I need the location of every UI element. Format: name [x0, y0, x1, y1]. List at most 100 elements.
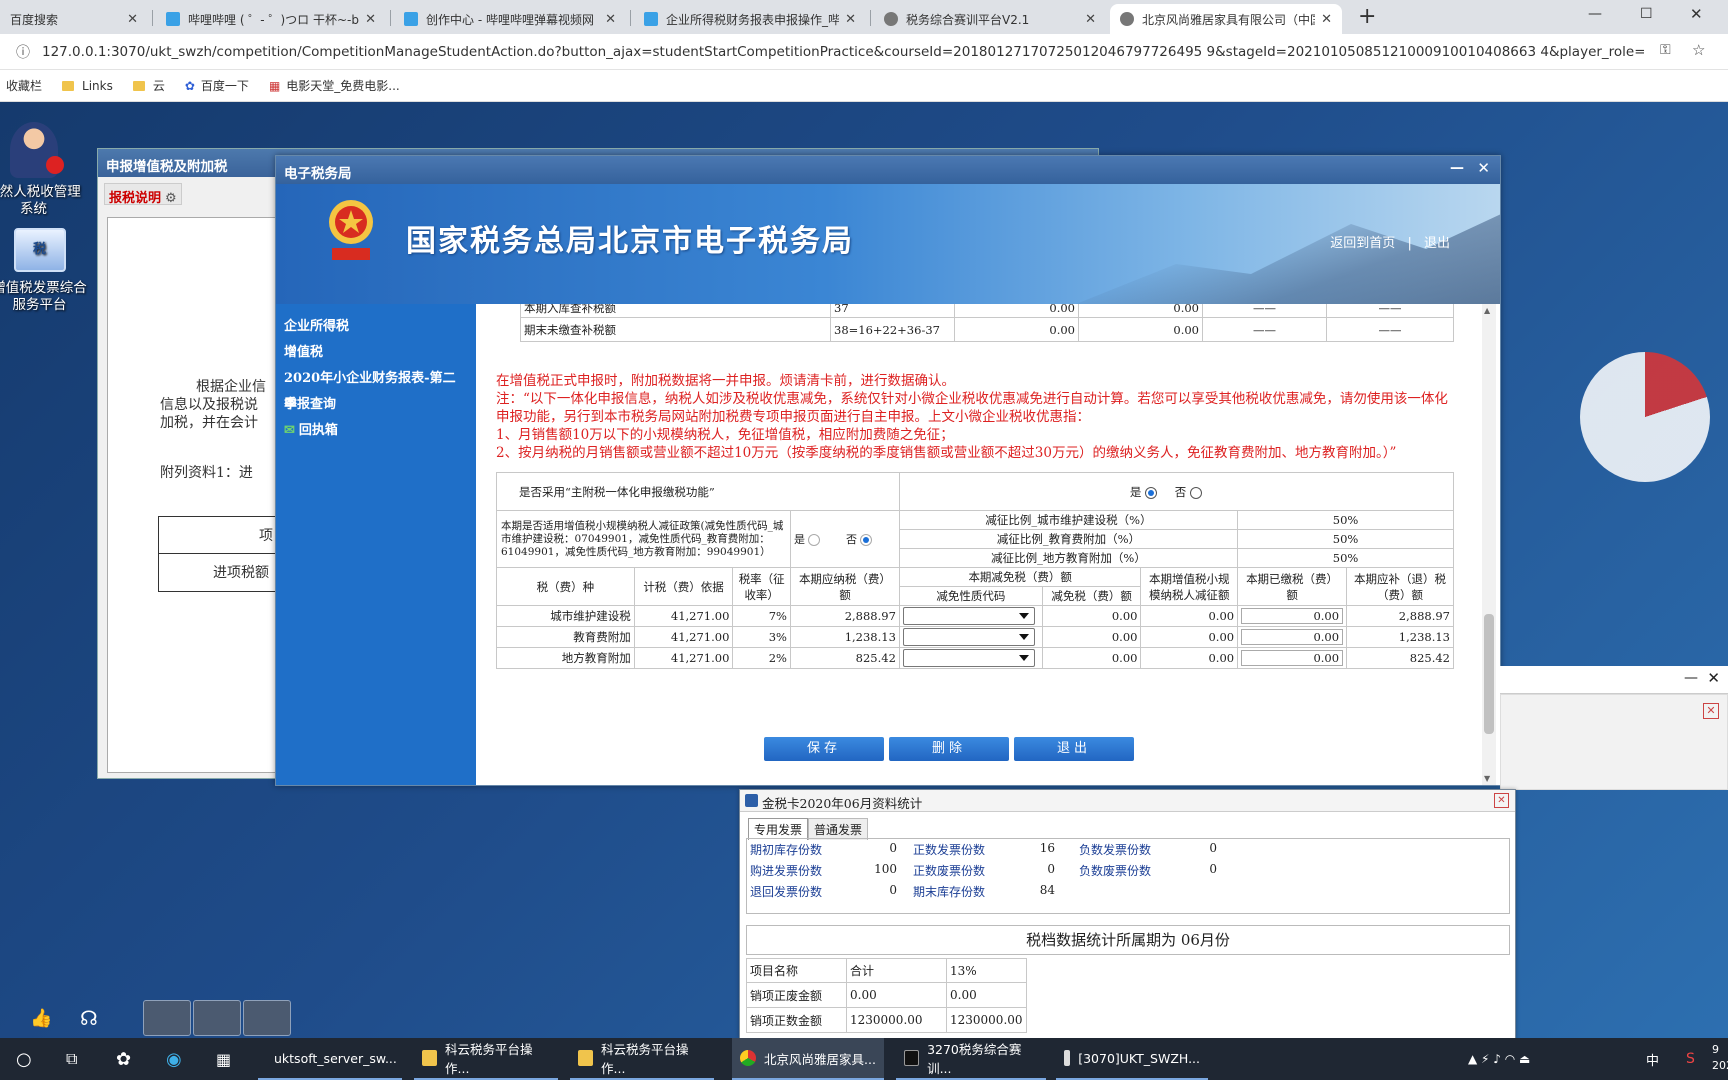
radio-policy-no[interactable]	[860, 534, 873, 546]
thumbs-up-icon[interactable]: 👍	[30, 1008, 52, 1029]
desktop-icon-vat-invoice[interactable]: 税 增值税发票综合服务平台	[0, 228, 87, 314]
taskbar-item-3270[interactable]: 3270税务综合赛训...	[896, 1038, 1046, 1080]
close-icon[interactable]: ✕	[1494, 793, 1509, 808]
logout-link[interactable]: 退出	[1424, 236, 1450, 251]
relief-code-select[interactable]	[902, 628, 1035, 646]
star-icon[interactable]: ☆	[1692, 41, 1705, 59]
exit-button[interactable]: 退出	[1014, 737, 1134, 761]
table-row: 地方教育附加 41,271.00 2% 825.42 0.00 0.00 0.0…	[496, 647, 1454, 669]
sidebar-item-cit[interactable]: 企业所得税	[276, 314, 476, 340]
bookmark-baidu[interactable]: ✿ 百度一下	[185, 77, 249, 94]
sidebar-item-vat[interactable]: 增值税	[276, 340, 476, 366]
desktop-icon-personal-tax[interactable]: 自然人税收管理系统	[0, 122, 81, 218]
bookmark-cloud[interactable]: 云	[132, 77, 165, 94]
radio-yes[interactable]	[1145, 486, 1158, 499]
tax-instructions-button[interactable]: 报税说明 ⚙	[104, 183, 182, 206]
minimize-icon[interactable]: —	[1588, 6, 1602, 22]
sidebar-item-financial-report[interactable]: 2020年小企业财务报表-第二季	[276, 366, 476, 412]
scroll-down-icon[interactable]: ▼	[1484, 774, 1490, 783]
table-row: 教育费附加 41,271.00 3% 1,238.13 0.00 0.00 0.…	[496, 626, 1454, 648]
minimize-icon[interactable]: —	[1450, 160, 1464, 176]
close-icon[interactable]: ✕	[845, 12, 856, 27]
taskbar-item-server[interactable]: uktsoft_server_sw...	[258, 1038, 402, 1080]
taskbar-item-keyun-2[interactable]: 科云税务平台操作...	[570, 1038, 714, 1080]
tab-normal-invoice[interactable]: 普通发票	[808, 818, 869, 840]
film-icon: ▦	[268, 78, 281, 93]
table-row: 城市维护建设税 41,271.00 7% 2,888.97 0.00 0.00 …	[496, 605, 1454, 627]
scrollbar[interactable]: ▲ ▼	[1482, 304, 1496, 785]
close-icon[interactable]: ✕	[1321, 12, 1332, 27]
great-wall-decoration	[1076, 214, 1500, 304]
ime-indicator[interactable]: 中	[1638, 1038, 1667, 1080]
tax-monitor-icon: 税	[13, 228, 66, 272]
paid-amount-input[interactable]: 0.00	[1241, 629, 1344, 645]
window-icon	[1064, 1050, 1071, 1066]
tab-bilibili-tax[interactable]: 企业所得税财务报表申报操作_哔 ✕	[634, 4, 866, 34]
edge-icon[interactable]: ◉	[158, 1038, 190, 1080]
tab-tax-platform[interactable]: 税务综合赛训平台V2.1 ✕	[874, 4, 1106, 34]
pie-decoration	[1580, 352, 1710, 482]
key-icon[interactable]: ⚿	[1660, 42, 1671, 58]
task-view-icon[interactable]: ⧉	[58, 1038, 85, 1080]
delete-button[interactable]: 删除	[889, 737, 1009, 761]
window-title: 电子税务局 — ✕	[276, 156, 1500, 184]
tab-company[interactable]: 北京风尚雅居家具有限公司（中国 ✕	[1110, 4, 1342, 34]
headset-icon[interactable]: ☊	[80, 1006, 98, 1030]
printer-icon[interactable]	[243, 1000, 291, 1036]
tab-bilibili-creator[interactable]: 创作中心 - 哔哩哔哩弹幕视频网 ✕	[394, 4, 626, 34]
close-icon[interactable]: ✕	[127, 12, 138, 27]
close-icon[interactable]: ✕	[365, 12, 376, 27]
tab-special-invoice[interactable]: 专用发票	[748, 818, 809, 840]
taskbar-item-chrome[interactable]: 北京风尚雅居家具...	[732, 1038, 884, 1080]
doc-table: 项 进项税额	[158, 516, 288, 592]
calendar-icon[interactable]	[143, 1000, 191, 1036]
instructions-document: 根据企业信 信息以及报税说 加税，并在会计 附列资料1：进 项 进项税额	[107, 217, 288, 773]
person-icon	[9, 122, 64, 178]
taskbar-item-3070[interactable]: [3070]UKT_SWZH...	[1056, 1038, 1208, 1080]
calculator-icon[interactable]: ▦	[208, 1038, 239, 1080]
taskbar-item-keyun-1[interactable]: 科云税务平台操作...	[414, 1038, 558, 1080]
bookmark-links[interactable]: Links	[62, 79, 113, 93]
declaration-content: 本期入库查补税额 37 0.00 0.00 —— —— 期末未缴查补税额 38=…	[476, 304, 1500, 785]
bilibili-icon	[166, 12, 180, 26]
close-icon[interactable]: ✕	[1703, 703, 1719, 719]
paid-amount-input[interactable]: 0.00	[1241, 650, 1344, 666]
clock[interactable]: 9 202	[1712, 1042, 1728, 1074]
minimize-icon[interactable]: —	[1684, 670, 1698, 686]
search-icon[interactable]: ○	[8, 1038, 40, 1080]
tab-bilibili[interactable]: 哔哩哔哩 ( ゜- ゜)つロ 干杯~-bili ✕	[156, 4, 386, 34]
relief-code-select[interactable]	[902, 649, 1035, 667]
scroll-up-icon[interactable]: ▲	[1484, 306, 1490, 315]
new-tab-button[interactable]: +	[1358, 4, 1376, 29]
close-icon[interactable]: ✕	[605, 12, 616, 27]
bookmark-movies[interactable]: ▦ 电影天堂_免费电影...	[269, 77, 400, 94]
antivirus-icon[interactable]: S	[1678, 1038, 1703, 1080]
sidebar-item-receipts[interactable]: ✉ 回执箱	[276, 418, 476, 444]
radio-policy-yes[interactable]	[808, 534, 821, 546]
home-link[interactable]: 返回到首页	[1330, 236, 1395, 251]
radio-no[interactable]	[1189, 486, 1202, 499]
url-field[interactable]: ⓘ 127.0.0.1:3070/ukt_swzh/competition/Co…	[16, 39, 1644, 65]
close-icon[interactable]: ✕	[1707, 669, 1720, 687]
paw-icon: ✿	[184, 78, 195, 93]
background-window: — ✕ ✕	[1500, 666, 1728, 790]
tab-baidu[interactable]: 百度搜索 ✕	[0, 4, 148, 34]
paid-amount-input[interactable]: 0.00	[1241, 608, 1344, 624]
maximize-icon[interactable]: ☐	[1640, 6, 1653, 22]
table-row: 期末未缴查补税额 38=16+22+36-37 0.00 0.00 —— ——	[520, 317, 1454, 342]
window-close-icon[interactable]: ✕	[1690, 5, 1703, 23]
close-icon[interactable]: ✕	[1477, 159, 1490, 177]
banner-title: 国家税务总局北京市电子税务局	[406, 224, 854, 259]
tray-icons[interactable]: ▲ ⚡ ♪ ◠ ⏏	[1460, 1038, 1538, 1080]
bookmark-favorites[interactable]: 收藏栏	[6, 77, 42, 94]
save-button[interactable]: 保存	[764, 737, 884, 761]
terminal-icon	[904, 1050, 920, 1066]
scroll-thumb[interactable]	[1484, 614, 1494, 734]
monitor-icon[interactable]	[193, 1000, 241, 1036]
invoice-stats: 期初库存份数 0 正数发票份数 16 负数发票份数 0 购进发票份数 100 正…	[746, 838, 1510, 914]
relief-code-select[interactable]	[902, 607, 1035, 625]
app-icon[interactable]: ✿	[108, 1038, 139, 1080]
close-icon[interactable]: ✕	[1085, 12, 1096, 27]
mail-icon: ✉	[284, 423, 295, 438]
sidebar-item-query[interactable]: 申报查询	[276, 392, 476, 418]
